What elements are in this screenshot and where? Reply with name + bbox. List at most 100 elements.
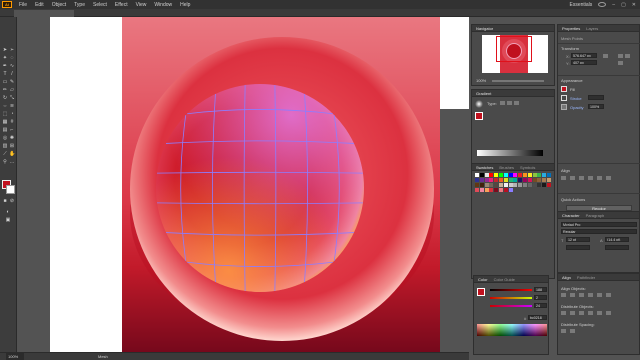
color-swatch[interactable] — [503, 183, 508, 187]
align-object-icon[interactable] — [606, 293, 611, 297]
shape-builder-icon[interactable]: ◔ — [9, 111, 15, 117]
gradient-thumbnail[interactable] — [475, 100, 483, 108]
gradient-slider[interactable] — [477, 150, 543, 156]
paragraph-tab[interactable]: Paragraph — [586, 212, 605, 218]
eraser-icon[interactable]: ▱ — [9, 87, 15, 93]
stroke-color-swatch[interactable] — [6, 185, 15, 194]
color-swatch[interactable] — [508, 183, 513, 187]
align-icon[interactable] — [606, 176, 611, 180]
gradient-tool-icon[interactable]: ▤ — [2, 127, 8, 133]
color-swatch[interactable] — [499, 183, 503, 187]
gradient-fill-swatch[interactable] — [475, 112, 483, 120]
color-swatch[interactable] — [479, 173, 484, 177]
align-icon[interactable] — [579, 176, 584, 180]
color-swatch[interactable] — [532, 183, 537, 187]
freeform-gradient-icon[interactable] — [514, 101, 519, 105]
color-swatch[interactable] — [489, 188, 494, 192]
free-transform-icon[interactable]: ⬚ — [2, 111, 8, 117]
green-value[interactable]: 2 — [534, 295, 547, 300]
linear-gradient-icon[interactable] — [500, 101, 505, 105]
distribute-object-icon[interactable] — [579, 311, 584, 315]
opacity-label[interactable]: Opacity — [570, 105, 584, 110]
blend-icon[interactable]: ◎ — [2, 135, 8, 141]
color-swatch[interactable] — [537, 183, 542, 187]
search-icon[interactable] — [598, 2, 607, 7]
color-swatch[interactable] — [537, 178, 542, 182]
flip-horizontal-icon[interactable] — [618, 54, 623, 58]
swatches-tab[interactable]: Swatches — [476, 164, 493, 170]
color-swatch[interactable] — [518, 183, 523, 187]
align-object-icon[interactable] — [561, 293, 566, 297]
color-swatch[interactable] — [513, 178, 518, 182]
align-object-icon[interactable] — [588, 293, 593, 297]
color-swatch[interactable] — [475, 178, 479, 182]
color-swatch[interactable] — [537, 173, 542, 177]
rectangle-tool-icon[interactable]: ▭ — [2, 79, 8, 85]
blue-slider[interactable] — [490, 305, 532, 307]
properties-tab[interactable]: Properties — [562, 25, 580, 31]
menu-object[interactable]: Object — [48, 2, 70, 8]
color-swatch[interactable] — [494, 173, 499, 177]
color-spectrum[interactable] — [477, 324, 547, 336]
line-tool-icon[interactable]: / — [9, 71, 15, 77]
align-objects-buttons[interactable] — [561, 293, 639, 299]
color-guide-tab[interactable]: Color Guide — [494, 276, 515, 282]
mesh-tool-icon[interactable]: # — [9, 119, 15, 125]
pen-tool-icon[interactable]: ✒ — [2, 63, 8, 69]
font-style-field[interactable]: Regular — [561, 229, 637, 234]
color-tab[interactable]: Color — [478, 276, 488, 282]
color-swatch[interactable] — [484, 183, 489, 187]
appearance-fill-swatch[interactable] — [561, 86, 567, 92]
menu-select[interactable]: Select — [89, 2, 111, 8]
stroke-label[interactable]: Stroke — [570, 96, 582, 101]
color-swatch[interactable] — [547, 173, 551, 177]
color-swatch[interactable] — [494, 188, 499, 192]
warp-icon[interactable]: ≋ — [9, 103, 15, 109]
none-color-icon[interactable]: ⊘ — [9, 198, 15, 204]
brushes-tab[interactable]: Brushes — [499, 164, 514, 170]
green-slider[interactable] — [490, 297, 532, 299]
color-swatch[interactable] — [479, 178, 484, 182]
color-swatch[interactable] — [484, 173, 489, 177]
canvas[interactable] — [18, 17, 469, 352]
kerning-field[interactable] — [566, 245, 590, 250]
opacity-field[interactable]: 100% — [588, 104, 604, 109]
navigator-preview[interactable] — [482, 35, 548, 73]
close-icon[interactable]: ✕ — [632, 2, 636, 8]
color-swatch[interactable] — [532, 173, 537, 177]
color-swatch[interactable] — [489, 183, 494, 187]
maximize-icon[interactable]: ▢ — [621, 2, 626, 8]
align-buttons[interactable] — [561, 176, 639, 188]
color-swatch[interactable] — [484, 178, 489, 182]
menu-effect[interactable]: Effect — [111, 2, 132, 8]
align-icon[interactable] — [570, 176, 575, 180]
hex-value[interactable]: bc0218 — [528, 315, 547, 320]
distribute-object-icon[interactable] — [597, 311, 602, 315]
color-swatch[interactable] — [484, 188, 489, 192]
paintbrush-icon[interactable]: ✎ — [9, 79, 15, 85]
menu-file[interactable]: File — [15, 2, 31, 8]
selection-tool-icon[interactable]: ➤ — [2, 47, 8, 53]
color-swatch[interactable] — [527, 183, 532, 187]
width-tool-icon[interactable]: ⇔ — [2, 103, 8, 109]
red-slider[interactable] — [490, 289, 532, 291]
menu-help[interactable]: Help — [176, 2, 194, 8]
pathfinder-tab[interactable]: Pathfinder — [577, 274, 595, 280]
color-swatch[interactable] — [503, 178, 508, 182]
align-object-icon[interactable] — [597, 293, 602, 297]
color-swatch[interactable] — [547, 178, 551, 182]
edit-toolbar-icon[interactable]: … — [9, 159, 15, 165]
slice-icon[interactable]: ⟋ — [2, 151, 8, 157]
zoom-tool-icon[interactable]: ⚲ — [2, 159, 8, 165]
navigator-tab[interactable]: Navigator — [476, 25, 493, 31]
y-field[interactable]: 407 px — [571, 60, 597, 65]
blue-value[interactable]: 24 — [534, 303, 547, 308]
screen-mode-icon[interactable]: ▣ — [5, 217, 11, 223]
distribute-object-icon[interactable] — [561, 311, 566, 315]
color-swatch[interactable] — [518, 173, 523, 177]
color-swatch[interactable] — [542, 173, 547, 177]
gradient-tab[interactable]: Gradient — [476, 90, 491, 96]
color-swatch[interactable] — [542, 178, 547, 182]
align-icon[interactable] — [588, 176, 593, 180]
navigator-zoom-slider[interactable] — [492, 80, 544, 82]
